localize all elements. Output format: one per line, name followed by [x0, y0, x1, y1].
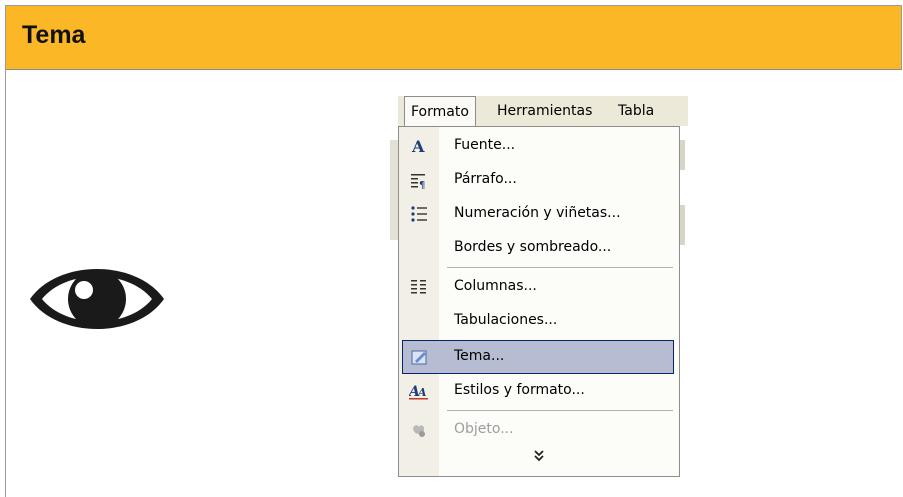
- font-A-icon: A: [409, 136, 429, 156]
- menu-item-bordes[interactable]: Bordes y sombreado...: [399, 231, 679, 265]
- menu-item-fuente[interactable]: A Fuente...: [399, 129, 679, 163]
- background-toolbar-strip: [680, 205, 685, 245]
- columns-icon: [409, 277, 429, 297]
- svg-text:A: A: [417, 386, 427, 399]
- left-border: [5, 69, 6, 497]
- svg-text:¶: ¶: [419, 180, 425, 189]
- formato-dropdown-menu: A Fuente... ¶ Párrafo... Numeración y vi…: [398, 126, 680, 477]
- menu-item-columnas[interactable]: Columnas...: [399, 270, 679, 304]
- menu-bar: Formato Herramientas Tabla: [398, 96, 688, 127]
- menu-item-label: Numeración y viñetas...: [454, 205, 621, 221]
- menu-item-label: Tema...: [454, 348, 505, 364]
- menu-item-label: Fuente...: [454, 137, 516, 153]
- menu-tabla-label: Tabla: [618, 103, 655, 119]
- menu-item-label: Columnas...: [454, 278, 537, 294]
- paragraph-icon: ¶: [409, 170, 429, 190]
- menu-formato-label: Formato: [411, 104, 469, 120]
- menu-separator: [447, 267, 673, 268]
- svg-text:A: A: [411, 137, 425, 155]
- menu-separator: [447, 410, 673, 411]
- eye-icon: [30, 269, 164, 329]
- menu-item-tema[interactable]: Tema...: [402, 340, 674, 374]
- menu-item-numeracion[interactable]: Numeración y viñetas...: [399, 197, 679, 231]
- header-banner: Tema: [5, 5, 902, 69]
- menu-item-label: Estilos y formato...: [454, 382, 585, 398]
- menu-item-label: Bordes y sombreado...: [454, 239, 612, 255]
- object-icon: [409, 420, 429, 440]
- page-title: Tema: [22, 21, 86, 49]
- menu-item-label: Objeto...: [454, 421, 514, 437]
- background-toolbar-strip: [390, 140, 398, 240]
- header-divider: [5, 69, 902, 70]
- list-bullets-icon: [409, 204, 429, 224]
- menu-item-objeto: Objeto...: [399, 413, 679, 447]
- menu-item-parrafo[interactable]: ¶ Párrafo...: [399, 163, 679, 197]
- background-toolbar-strip: [680, 140, 685, 170]
- menu-tabla[interactable]: Tabla: [618, 96, 654, 126]
- menu-herramientas-label: Herramientas: [497, 103, 593, 119]
- menu-formato[interactable]: Formato: [404, 96, 476, 127]
- double-chevron-down-icon[interactable]: [529, 447, 549, 465]
- menu-item-label: Párrafo...: [454, 171, 517, 187]
- menu-item-label: Tabulaciones...: [454, 312, 558, 328]
- menu-item-estilos[interactable]: A A Estilos y formato...: [399, 374, 679, 408]
- styles-icon: A A: [409, 381, 429, 401]
- theme-icon: [410, 347, 430, 367]
- menu-herramientas[interactable]: Herramientas: [497, 96, 592, 126]
- menu-item-tabulaciones[interactable]: Tabulaciones...: [399, 304, 679, 338]
